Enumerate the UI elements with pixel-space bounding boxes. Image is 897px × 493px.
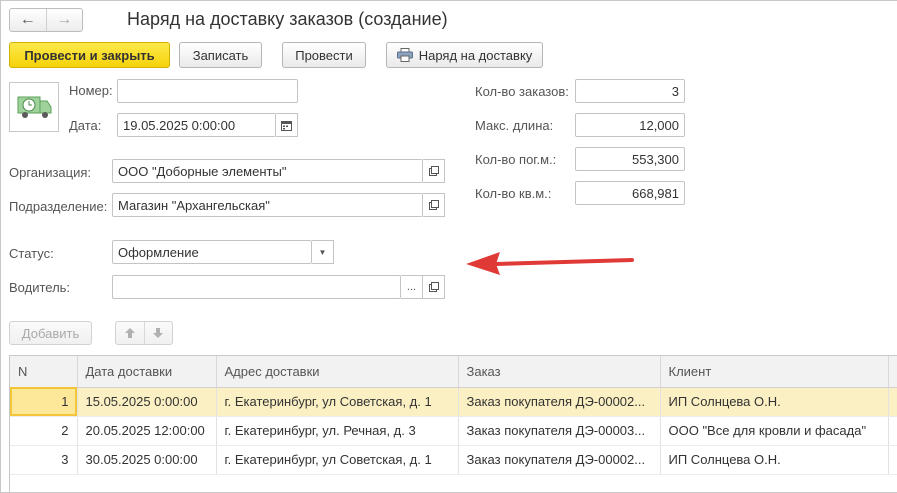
driver-field[interactable] <box>112 275 401 299</box>
nav-buttons: ← → <box>9 8 83 32</box>
column-header[interactable]: N <box>10 356 78 388</box>
table-cell[interactable]: 1 <box>10 387 78 417</box>
department-label: Подразделение: <box>9 199 108 214</box>
open-icon <box>428 166 439 176</box>
arrow-left-icon: ← <box>19 11 36 28</box>
table-cell[interactable]: 30.05.2025 0:00:00 <box>77 445 217 475</box>
printer-icon <box>396 48 413 62</box>
driver-label: Водитель: <box>9 280 71 295</box>
table-cell[interactable]: Заказ покупателя ДЭ-00002... <box>458 445 661 475</box>
table-cell <box>888 387 897 417</box>
square-meters-field: 668,981 <box>575 181 685 205</box>
status-dropdown-button[interactable]: ▼ <box>312 240 334 264</box>
table-cell <box>888 445 897 475</box>
post-and-close-button[interactable]: Провести и закрыть <box>9 42 170 68</box>
orders-count-field: 3 <box>575 79 685 103</box>
table-row[interactable]: 3 30.05.2025 0:00:00 г. Екатеринбург, ул… <box>10 445 897 475</box>
square-meters-label: Кол-во кв.м.: <box>475 186 552 201</box>
table-header: N Дата доставки Адрес доставки Заказ Кли… <box>10 356 897 388</box>
column-header[interactable]: Адрес доставки <box>216 356 459 388</box>
linear-meters-field: 553,300 <box>575 147 685 171</box>
table-cell[interactable]: Заказ покупателя ДЭ-00002... <box>458 387 661 417</box>
post-button[interactable]: Провести <box>282 42 366 68</box>
move-down-button[interactable] <box>143 322 173 344</box>
move-buttons <box>115 321 173 345</box>
table-cell[interactable]: Заказ покупателя ДЭ-00003... <box>458 416 661 446</box>
back-button[interactable]: ← <box>10 9 46 31</box>
arrow-right-icon: → <box>56 11 73 28</box>
save-button[interactable]: Записать <box>179 42 262 68</box>
column-header[interactable]: Заказ <box>458 356 661 388</box>
page-title: Наряд на доставку заказов (создание) <box>127 9 448 29</box>
add-row-button[interactable]: Добавить <box>9 321 92 345</box>
table-cell[interactable]: г. Екатеринбург, ул Советская, д. 1 <box>216 387 459 417</box>
column-header[interactable]: Клиент <box>660 356 889 388</box>
orders-table: N Дата доставки Адрес доставки Заказ Кли… <box>9 355 897 493</box>
table-cell[interactable]: 3 <box>10 445 78 475</box>
date-label: Дата: <box>69 118 102 133</box>
arrow-down-icon <box>153 328 164 338</box>
open-icon <box>428 200 439 210</box>
department-field[interactable]: Магазин "Архангельская" <box>112 193 423 217</box>
table-cell[interactable]: ИП Солнцева О.Н. <box>660 445 889 475</box>
table-cell <box>888 416 897 446</box>
max-length-field: 12,000 <box>575 113 685 137</box>
annotation-arrow-icon <box>466 252 634 275</box>
table-cell[interactable]: 15.05.2025 0:00:00 <box>77 387 217 417</box>
calendar-icon <box>281 120 292 131</box>
table-cell[interactable]: 2 <box>10 416 78 446</box>
open-icon <box>428 282 439 292</box>
table-cell[interactable]: 20.05.2025 12:00:00 <box>77 416 217 446</box>
date-field[interactable]: 19.05.2025 0:00:00 <box>117 113 276 137</box>
table-row[interactable]: 2 20.05.2025 12:00:00 г. Екатеринбург, у… <box>10 416 897 446</box>
move-up-button[interactable] <box>116 322 144 344</box>
department-open-button[interactable] <box>423 193 445 217</box>
table-cell[interactable]: ООО "Все для кровли и фасада" <box>660 416 889 446</box>
calendar-button[interactable] <box>276 113 298 137</box>
column-header[interactable]: Дата доставки <box>77 356 217 388</box>
orders-count-label: Кол-во заказов: <box>475 84 569 99</box>
status-select[interactable]: Оформление <box>112 240 312 264</box>
driver-open-button[interactable] <box>423 275 445 299</box>
organization-open-button[interactable] <box>423 159 445 183</box>
organization-label: Организация: <box>9 165 92 180</box>
table-cell[interactable]: г. Екатеринбург, ул Советская, д. 1 <box>216 445 459 475</box>
arrow-up-icon <box>124 328 135 338</box>
organization-field[interactable]: ООО "Доборные элементы" <box>112 159 423 183</box>
table-cell[interactable]: г. Екатеринбург, ул. Речная, д. 3 <box>216 416 459 446</box>
number-field[interactable] <box>117 79 298 103</box>
table-row[interactable]: 1 15.05.2025 0:00:00 г. Екатеринбург, ул… <box>10 387 897 417</box>
forward-button[interactable]: → <box>45 9 83 31</box>
document-image <box>9 82 59 132</box>
column-header <box>888 356 897 388</box>
driver-select-button[interactable]: ... <box>401 275 423 299</box>
linear-meters-label: Кол-во пог.м.: <box>475 152 557 167</box>
delivery-order-label: Наряд на доставку <box>418 47 533 63</box>
max-length-label: Макс. длина: <box>475 118 554 133</box>
table-cell[interactable]: ИП Солнцева О.Н. <box>660 387 889 417</box>
status-label: Статус: <box>9 246 54 261</box>
delivery-order-print-button[interactable]: Наряд на доставку <box>386 42 543 68</box>
number-label: Номер: <box>69 83 113 98</box>
truck-clock-icon <box>17 96 52 118</box>
dropdown-icon: ▼ <box>318 247 327 257</box>
